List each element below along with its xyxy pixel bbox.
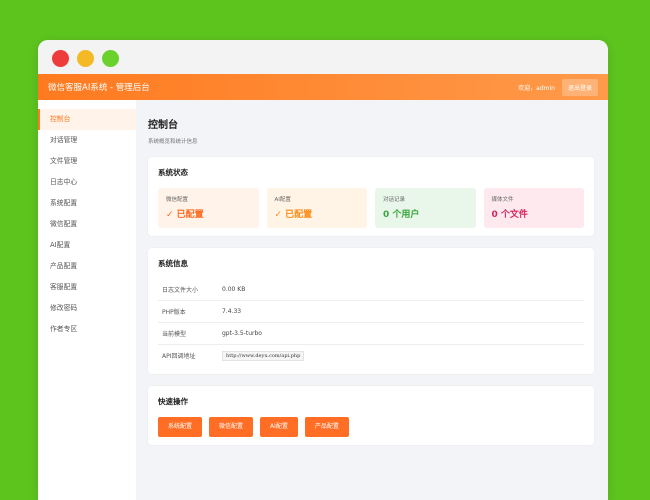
system-info-title: 系统信息	[158, 259, 188, 268]
info-label: PHP版本	[162, 309, 186, 316]
logout-button[interactable]: 退出登录	[561, 78, 598, 96]
quick-actions-card: 快速操作 系统配置 微信配置 AI配置 产品配置	[148, 386, 594, 445]
sidebar-item-product-config[interactable]: 产品配置	[38, 256, 136, 277]
product-config-button[interactable]: 产品配置	[304, 417, 349, 437]
info-value: gpt-3.5-turbo	[222, 330, 262, 337]
info-label: API回调地址	[162, 353, 196, 360]
ai-config-stat: AI配置 ✓ 已配置	[266, 188, 367, 228]
wechat-config-button[interactable]: 微信配置	[209, 417, 254, 437]
sidebar-item-service-config[interactable]: 客服配置	[38, 277, 136, 298]
welcome-text: 欢迎，admin	[518, 84, 555, 92]
sidebar-item-author[interactable]: 作者专区	[38, 319, 136, 340]
sidebar-item-files[interactable]: 文件管理	[38, 151, 136, 172]
sidebar-item-change-password[interactable]: 修改密码	[38, 298, 136, 319]
app-header: 微信客服AI系统 - 管理后台 欢迎，admin 退出登录	[38, 74, 608, 100]
info-row-php-version: PHP版本 7.4.33	[158, 301, 584, 323]
sidebar: 控制台 对话管理 文件管理 日志中心 系统配置 微信配置 AI配置 产品配置 客…	[38, 100, 136, 500]
app-title: 微信客服AI系统 - 管理后台	[48, 83, 150, 93]
minimize-window-icon[interactable]	[77, 50, 94, 67]
info-row-current-model: 当前模型 gpt-3.5-turbo	[158, 323, 584, 345]
window-titlebar	[38, 40, 608, 74]
stat-label: 微信配置	[166, 197, 189, 203]
page-subtitle: 系统概览和统计信息	[148, 139, 198, 145]
main-content: 控制台 系统概览和统计信息 系统状态 微信配置 ✓ 已配置 AI配置 ✓ 已配置…	[136, 100, 608, 500]
info-value: 0.00 KB	[222, 286, 246, 293]
system-config-button[interactable]: 系统配置	[158, 417, 203, 437]
conversation-records-stat: 对话记录 0 个用户	[375, 188, 476, 228]
stat-value: 0 个用户	[383, 210, 420, 220]
sidebar-item-wechat-config[interactable]: 微信配置	[38, 214, 136, 235]
info-row-api-callback: API回调地址 http://www.deyu.com/api.php	[158, 345, 584, 366]
page-title: 控制台	[148, 120, 178, 131]
ai-config-button[interactable]: AI配置	[260, 417, 298, 437]
close-window-icon[interactable]	[52, 50, 69, 67]
stat-value: ✓ 已配置	[166, 210, 204, 220]
sidebar-item-dashboard[interactable]: 控制台	[38, 109, 136, 130]
system-status-card: 系统状态 微信配置 ✓ 已配置 AI配置 ✓ 已配置 对话记录 0 个用户 媒体…	[148, 157, 594, 236]
quick-actions-title: 快速操作	[158, 397, 188, 406]
sidebar-item-ai-config[interactable]: AI配置	[38, 235, 136, 256]
info-label: 日志文件大小	[162, 287, 199, 294]
stat-label: 媒体文件	[491, 197, 514, 203]
maximize-window-icon[interactable]	[102, 50, 119, 67]
sidebar-item-logs[interactable]: 日志中心	[38, 172, 136, 193]
system-info-card: 系统信息 日志文件大小 0.00 KB PHP版本 7.4.33 当前模型 gp…	[148, 248, 594, 374]
info-row-log-size: 日志文件大小 0.00 KB	[158, 279, 584, 301]
sidebar-item-system-config[interactable]: 系统配置	[38, 193, 136, 214]
stat-label: AI配置	[274, 197, 291, 203]
info-value: 7.4.33	[222, 308, 242, 315]
wechat-config-stat: 微信配置 ✓ 已配置	[158, 188, 259, 228]
stat-label: 对话记录	[383, 197, 406, 203]
info-label: 当前模型	[162, 331, 187, 338]
stat-value: ✓ 已配置	[274, 210, 313, 220]
system-status-title: 系统状态	[158, 168, 188, 177]
browser-window: 微信客服AI系统 - 管理后台 欢迎，admin 退出登录 控制台 对话管理 文…	[38, 40, 608, 500]
sidebar-item-conversations[interactable]: 对话管理	[38, 130, 136, 151]
stat-value: 0 个文件	[491, 210, 528, 220]
api-url-value: http://www.deyu.com/api.php	[222, 350, 305, 361]
media-files-stat: 媒体文件 0 个文件	[483, 188, 584, 228]
